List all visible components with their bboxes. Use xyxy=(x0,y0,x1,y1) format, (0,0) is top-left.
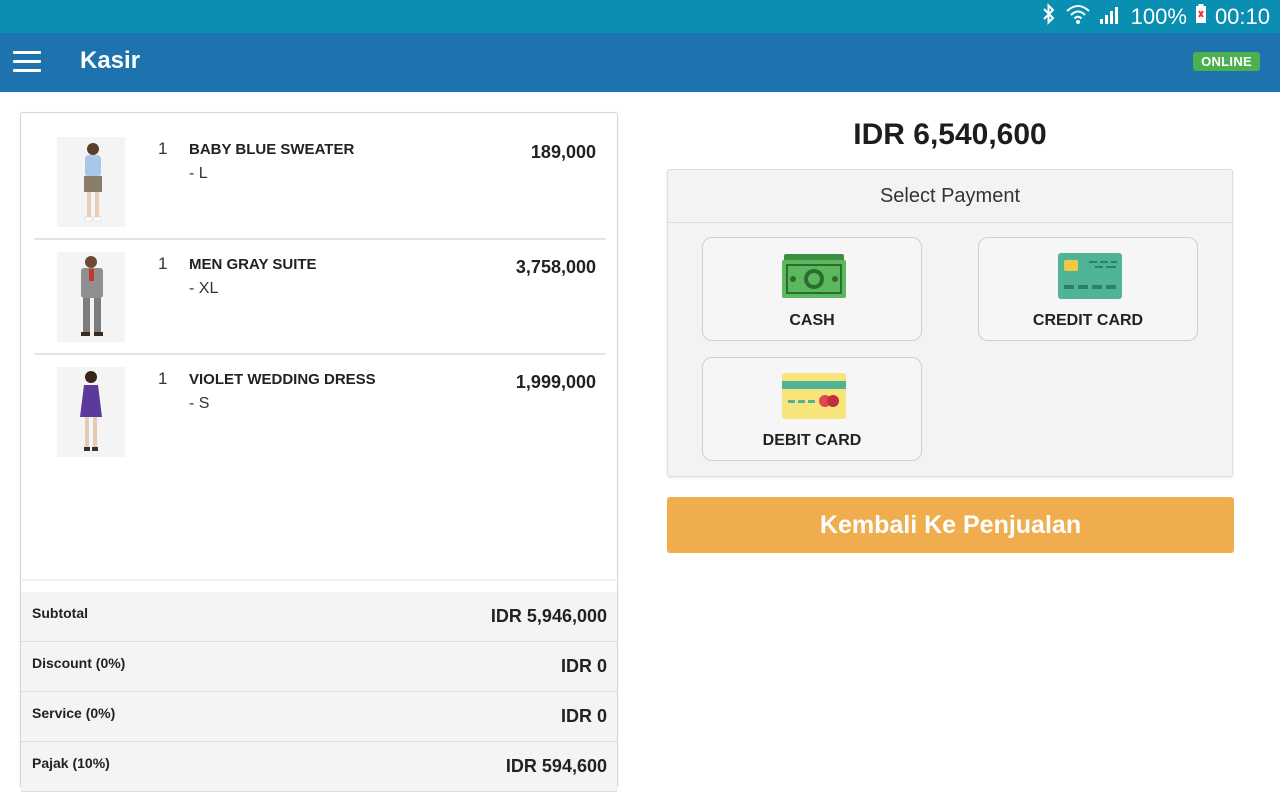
total-value: IDR 5,946,000 xyxy=(490,606,607,626)
total-value: IDR 0 xyxy=(560,656,607,676)
cart-item[interactable]: 1 VIOLET WEDDING DRESS - S 1,999,000 xyxy=(34,355,606,468)
item-variant: - XL xyxy=(189,280,219,297)
total-value: IDR 594,600 xyxy=(505,756,607,776)
status-icons: 100% 00:10 xyxy=(1041,0,1270,33)
item-quantity: 1 xyxy=(158,139,168,158)
debit-card-button[interactable]: DEBIT CARD xyxy=(702,357,922,461)
bluetooth-icon xyxy=(1041,2,1057,31)
battery-percent: 100% xyxy=(1130,3,1187,29)
item-variant: - L xyxy=(189,165,208,182)
signal-icon xyxy=(1099,3,1123,31)
item-quantity: 1 xyxy=(158,254,168,273)
battery-icon xyxy=(1195,3,1207,31)
item-quantity: 1 xyxy=(158,369,168,388)
debit-card-icon xyxy=(781,372,847,420)
payment-selector: Select Payment CASH CREDIT CARD DEBIT CA… xyxy=(667,169,1233,477)
item-name: VIOLET WEDDING DRESS xyxy=(189,371,376,388)
credit-card-icon xyxy=(1057,252,1123,300)
discount-row: Discount (0%) IDR 0 xyxy=(21,642,617,692)
item-price: 3,758,000 xyxy=(515,257,596,277)
app-bar: Kasir ONLINE xyxy=(0,33,1280,92)
total-label: Pajak (10%) xyxy=(32,755,110,771)
totals-section: Subtotal IDR 5,946,000 Discount (0%) IDR… xyxy=(21,592,617,792)
online-status-badge: ONLINE xyxy=(1193,52,1260,71)
item-name: BABY BLUE SWEATER xyxy=(189,141,355,158)
total-value: IDR 0 xyxy=(560,706,607,726)
item-variant: - S xyxy=(189,395,210,412)
credit-card-button[interactable]: CREDIT CARD xyxy=(978,237,1198,341)
cash-button[interactable]: CASH xyxy=(702,237,922,341)
status-bar: 100% 00:10 xyxy=(0,0,1280,33)
total-label: Service (0%) xyxy=(32,705,116,721)
item-price: 189,000 xyxy=(530,142,596,162)
subtotal-row: Subtotal IDR 5,946,000 xyxy=(21,592,617,642)
product-image xyxy=(57,252,125,342)
cart-item[interactable]: 1 MEN GRAY SUITE - XL 3,758,000 xyxy=(34,240,606,355)
credit-card-label: CREDIT CARD xyxy=(1032,312,1144,329)
cart-item[interactable]: 1 BABY BLUE SWEATER - L 189,000 xyxy=(34,125,606,240)
cash-label: CASH xyxy=(789,312,835,329)
total-label: Discount (0%) xyxy=(32,655,126,671)
tax-row: Pajak (10%) IDR 594,600 xyxy=(21,742,617,792)
payment-header: Select Payment xyxy=(668,170,1232,223)
debit-card-label: DEBIT CARD xyxy=(762,432,862,449)
wifi-icon xyxy=(1065,3,1091,31)
cart-panel: 1 BABY BLUE SWEATER - L 189,000 1 MEN GR… xyxy=(20,112,618,792)
clock: 00:10 xyxy=(1214,3,1270,29)
product-image xyxy=(57,367,125,457)
service-row: Service (0%) IDR 0 xyxy=(21,692,617,742)
product-image xyxy=(57,137,125,227)
total-label: Subtotal xyxy=(32,605,88,621)
cash-icon xyxy=(781,252,847,300)
grand-total: IDR 6,540,600 xyxy=(853,118,1047,151)
divider xyxy=(22,579,618,581)
cart-item-list: 1 BABY BLUE SWEATER - L 189,000 1 MEN GR… xyxy=(34,125,606,468)
back-to-sales-button[interactable]: Kembali Ke Penjualan xyxy=(667,497,1234,553)
app-title: Kasir xyxy=(80,47,141,74)
item-name: MEN GRAY SUITE xyxy=(189,256,317,273)
hamburger-menu-icon[interactable] xyxy=(13,51,41,73)
item-price: 1,999,000 xyxy=(515,372,596,392)
